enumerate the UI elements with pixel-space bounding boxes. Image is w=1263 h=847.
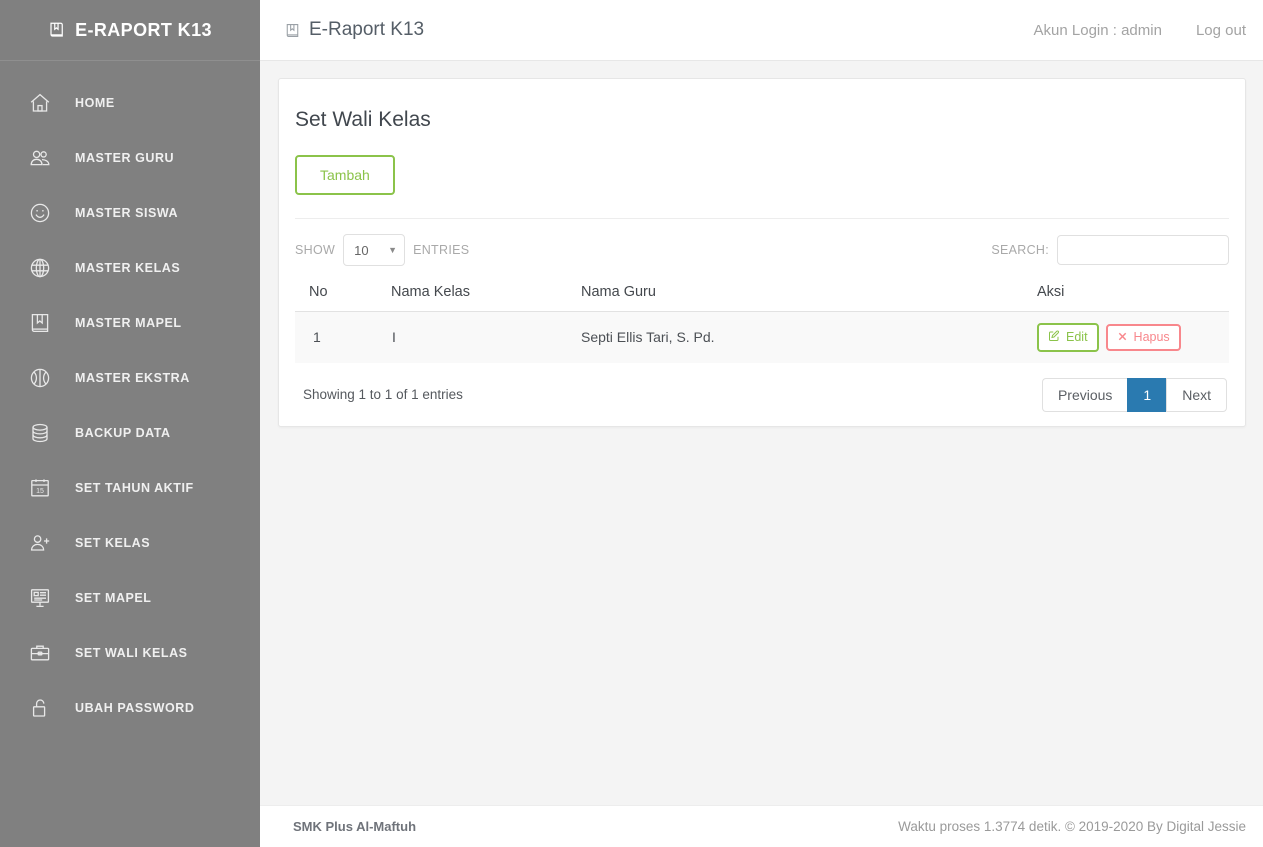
app-root: E-RAPORT K13 HOME MASTER GURU MASTER SIS…: [0, 0, 1263, 847]
sidebar-item-label: SET MAPEL: [75, 590, 152, 605]
sidebar-brand[interactable]: E-RAPORT K13: [0, 0, 260, 61]
sidebar-item-home[interactable]: HOME: [0, 75, 260, 130]
column-header-nama-kelas[interactable]: Nama Kelas: [383, 280, 573, 312]
sidebar-item-master-guru[interactable]: MASTER GURU: [0, 130, 260, 185]
add-button[interactable]: Tambah: [295, 155, 395, 195]
topbar: E-Raport K13 Akun Login : admin Log out: [260, 0, 1263, 61]
set-wali-kelas-card: Set Wali Kelas Tambah SHOW 10 25 50 100: [278, 78, 1246, 427]
page-title: Set Wali Kelas: [295, 108, 431, 131]
pagination: Previous 1 Next: [1041, 377, 1227, 412]
search-input[interactable]: [1057, 235, 1229, 265]
sidebar-item-label: MASTER MAPEL: [75, 315, 182, 330]
column-header-aksi: Aksi: [1029, 280, 1229, 312]
column-header-no[interactable]: No: [295, 280, 383, 312]
home-icon: [27, 90, 53, 116]
table-head: No Nama Kelas Nama Guru Aksi: [295, 280, 1229, 312]
briefcase-icon: [27, 640, 53, 666]
main-area: E-Raport K13 Akun Login : admin Log out …: [260, 0, 1263, 847]
pagination-page-1[interactable]: 1: [1127, 377, 1167, 412]
show-label: SHOW: [295, 243, 336, 257]
cell-no: 1: [295, 311, 383, 363]
book-icon: [27, 310, 53, 336]
sidebar-item-set-mapel[interactable]: SET MAPEL: [0, 570, 260, 625]
sidebar-item-set-kelas[interactable]: SET KELAS: [0, 515, 260, 570]
sidebar-item-set-tahun-aktif[interactable]: 15 SET TAHUN AKTIF: [0, 460, 260, 515]
sidebar-item-set-wali-kelas[interactable]: SET WALI KELAS: [0, 625, 260, 680]
cell-nama-kelas: I: [383, 311, 573, 363]
entries-select-wrapper: 10 25 50 100 ▼: [343, 234, 406, 266]
datatable-footer: Showing 1 to 1 of 1 entries Previous 1 N…: [295, 375, 1229, 412]
sidebar-item-label: SET KELAS: [75, 535, 151, 550]
sidebar-item-label: MASTER SISWA: [75, 205, 179, 220]
edit-button-label: Edit: [1066, 330, 1088, 344]
sidebar-item-backup-data[interactable]: BACKUP DATA: [0, 405, 260, 460]
sidebar-item-label: SET TAHUN AKTIF: [75, 480, 194, 495]
sidebar-menu: HOME MASTER GURU MASTER SISWA MASTER KEL…: [0, 61, 260, 735]
entries-label: ENTRIES: [413, 243, 470, 257]
unlock-icon: [27, 695, 53, 721]
sidebar-item-master-siswa[interactable]: MASTER SISWA: [0, 185, 260, 240]
basketball-icon: [27, 365, 53, 391]
pagination-previous[interactable]: Previous: [1041, 377, 1128, 412]
sidebar-item-master-ekstra[interactable]: MASTER EKSTRA: [0, 350, 260, 405]
sidebar-item-label: BACKUP DATA: [75, 425, 171, 440]
delete-button[interactable]: Hapus: [1105, 323, 1181, 351]
edit-button[interactable]: Edit: [1037, 323, 1099, 352]
globe-icon: [27, 255, 53, 281]
topbar-brand-label: E-Raport K13: [309, 19, 425, 40]
sidebar-item-master-mapel[interactable]: MASTER MAPEL: [0, 295, 260, 350]
delete-button-label: Hapus: [1133, 330, 1170, 344]
row-actions: Edit Hapus: [1037, 323, 1221, 352]
wali-kelas-table: No Nama Kelas Nama Guru Aksi 1 I Septi E…: [295, 280, 1229, 363]
sidebar-item-label: MASTER KELAS: [75, 260, 181, 275]
topbar-brand[interactable]: E-Raport K13: [284, 19, 424, 41]
sidebar-item-label: MASTER GURU: [75, 150, 175, 165]
account-login-label[interactable]: Akun Login : admin: [1034, 22, 1162, 39]
datatable-controls: SHOW 10 25 50 100 ▼ ENTRIES: [295, 218, 1229, 266]
topbar-actions: Akun Login : admin Log out: [1034, 22, 1246, 39]
table-body: 1 I Septi Ellis Tari, S. Pd. Edit Hapus: [295, 311, 1229, 363]
sidebar-item-label: UBAH PASSWORD: [75, 700, 195, 715]
smiley-icon: [27, 200, 53, 226]
table-row: 1 I Septi Ellis Tari, S. Pd. Edit Hapus: [295, 311, 1229, 363]
cell-nama-guru: Septi Ellis Tari, S. Pd.: [573, 311, 1029, 363]
close-icon: [1117, 331, 1128, 345]
search-control: SEARCH:: [991, 235, 1229, 265]
user-plus-icon: [27, 530, 53, 556]
presentation-icon: [27, 585, 53, 611]
sidebar-item-label: MASTER EKSTRA: [75, 370, 190, 385]
column-header-nama-guru[interactable]: Nama Guru: [573, 280, 1029, 312]
table-info: Showing 1 to 1 of 1 entries: [303, 387, 463, 402]
sidebar-item-label: HOME: [75, 95, 115, 110]
entries-length-control: SHOW 10 25 50 100 ▼ ENTRIES: [295, 234, 469, 266]
search-label: SEARCH:: [991, 243, 1049, 257]
entries-select[interactable]: 10 25 50 100: [343, 234, 406, 266]
database-icon: [27, 420, 53, 446]
pencil-square-icon: [1048, 330, 1060, 345]
book-icon: [284, 22, 301, 39]
sidebar-item-master-kelas[interactable]: MASTER KELAS: [0, 240, 260, 295]
sidebar-item-ubah-password[interactable]: UBAH PASSWORD: [0, 680, 260, 735]
pagination-next[interactable]: Next: [1166, 377, 1227, 412]
footer: SMK Plus Al-Maftuh Waktu proses 1.3774 d…: [260, 805, 1263, 847]
users-icon: [27, 145, 53, 171]
footer-credit: Waktu proses 1.3774 detik. © 2019-2020 B…: [898, 819, 1246, 834]
page-content: Set Wali Kelas Tambah SHOW 10 25 50 100: [260, 61, 1263, 805]
logout-link[interactable]: Log out: [1196, 22, 1246, 39]
table-header-row: No Nama Kelas Nama Guru Aksi: [295, 280, 1229, 312]
sidebar-brand-label: E-RAPORT K13: [75, 19, 212, 40]
svg-text:15: 15: [36, 488, 44, 495]
book-icon: [48, 21, 66, 39]
footer-school-name: SMK Plus Al-Maftuh: [293, 819, 417, 834]
calendar-icon: 15: [27, 475, 53, 501]
sidebar: E-RAPORT K13 HOME MASTER GURU MASTER SIS…: [0, 0, 260, 847]
cell-aksi: Edit Hapus: [1029, 311, 1229, 363]
sidebar-item-label: SET WALI KELAS: [75, 645, 188, 660]
